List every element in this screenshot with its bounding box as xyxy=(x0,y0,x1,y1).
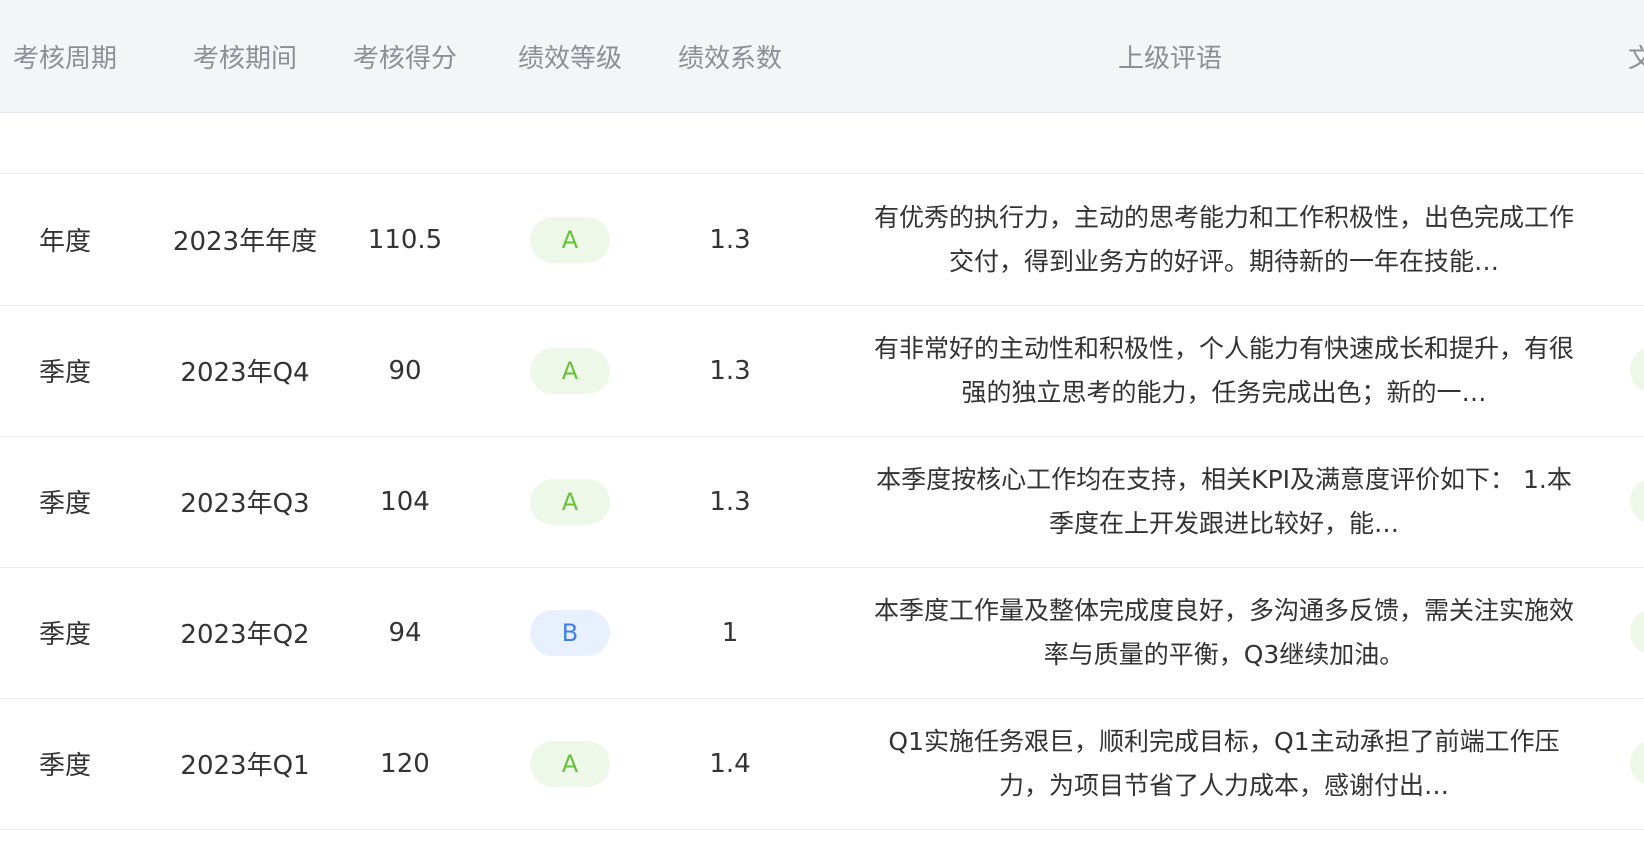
score-cell: 94 xyxy=(388,617,422,648)
period-cell: 2023年Q1 xyxy=(180,751,310,781)
column-header-period: 考核期间 xyxy=(192,43,297,74)
table-row: 季度 2023年Q3 104 A 1.3 本季度按核心工作均在支持，相关KPI及… xyxy=(0,436,1644,568)
cycle-cell: 季度 xyxy=(38,489,91,519)
grade-badge: A xyxy=(530,347,610,394)
grade-badge: A xyxy=(530,740,610,787)
performance-table: 考核周期 考核期间 考核得分 绩效等级 绩效系数 上级评语 文 年度 2023年… xyxy=(0,0,1644,850)
comment-text: 有优秀的执行力，主动的思考能力和工作积极性，出色完成工作交付，得到业务方的好评。… xyxy=(873,202,1574,276)
coefficient-cell: 1 xyxy=(721,617,739,648)
score-cell: 120 xyxy=(380,748,430,779)
partial-badge xyxy=(1630,609,1644,655)
comment-text: 本季度工作量及整体完成度良好，多沟通多反馈，需关注实施效率与质量的平衡，Q3继续… xyxy=(873,595,1574,669)
partial-badge xyxy=(1630,740,1644,786)
period-cell: 2023年年度 xyxy=(172,227,318,257)
comment-text: 有非常好的主动性和积极性，个人能力有快速成长和提升，有很强的独立思考的能力，任务… xyxy=(873,333,1574,407)
cycle-cell: 季度 xyxy=(38,620,91,650)
column-header-coefficient: 绩效系数 xyxy=(677,43,782,74)
coefficient-cell: 1.3 xyxy=(709,355,751,386)
coefficient-cell: 1.3 xyxy=(709,224,751,255)
partial-badge xyxy=(1630,478,1644,524)
table-header: 考核周期 考核期间 考核得分 绩效等级 绩效系数 上级评语 文 xyxy=(0,0,1644,113)
score-cell: 110.5 xyxy=(367,224,443,255)
table-row: 季度 2023年Q2 94 B 1 本季度工作量及整体完成度良好，多沟通多反馈，… xyxy=(0,567,1644,699)
cycle-cell: 季度 xyxy=(38,751,91,781)
cycle-cell: 季度 xyxy=(38,358,91,388)
partial-badge xyxy=(1630,347,1644,393)
period-cell: 2023年Q4 xyxy=(180,358,310,388)
grade-cell: A xyxy=(505,698,635,829)
grade-cell: A xyxy=(505,436,635,567)
column-header-cycle: 考核周期 xyxy=(12,43,117,74)
grade-cell: A xyxy=(505,174,635,305)
comment-cell: 本季度工作量及整体完成度良好，多沟通多反馈，需关注实施效率与质量的平衡，Q3继续… xyxy=(868,567,1580,698)
column-header-score: 考核得分 xyxy=(352,43,457,74)
cycle-cell: 年度 xyxy=(38,227,91,257)
score-cell: 90 xyxy=(388,355,422,386)
column-header-grade: 绩效等级 xyxy=(517,43,622,74)
period-cell: 2023年Q2 xyxy=(180,620,310,650)
score-cell: 104 xyxy=(380,486,430,517)
comment-text: 本季度按核心工作均在支持，相关KPI及满意度评价如下： 1.本季度在上开发跟进比… xyxy=(876,464,1572,538)
table-row: 季度 2023年Q4 90 A 1.3 有非常好的主动性和积极性，个人能力有快速… xyxy=(0,305,1644,437)
comment-cell: Q1实施任务艰巨，顺利完成目标，Q1主动承担了前端工作压力，为项目节省了人力成本… xyxy=(868,698,1580,829)
coefficient-cell: 1.4 xyxy=(709,748,751,779)
table-row: 季度 2023年Q1 120 A 1.4 Q1实施任务艰巨，顺利完成目标，Q1主… xyxy=(0,698,1644,830)
grade-badge: B xyxy=(530,609,610,656)
table-row: 年度 2023年年度 110.5 A 1.3 有优秀的执行力，主动的思考能力和工… xyxy=(0,174,1644,306)
column-header-partial: 文 xyxy=(1628,43,1644,74)
grade-badge: A xyxy=(530,216,610,263)
comment-cell: 有非常好的主动性和积极性，个人能力有快速成长和提升，有很强的独立思考的能力，任务… xyxy=(868,305,1580,436)
coefficient-cell: 1.3 xyxy=(709,486,751,517)
grade-cell: B xyxy=(505,567,635,698)
comment-cell: 有优秀的执行力，主动的思考能力和工作积极性，出色完成工作交付，得到业务方的好评。… xyxy=(868,174,1580,305)
period-cell: 2023年Q3 xyxy=(180,489,310,519)
comment-cell: 本季度按核心工作均在支持，相关KPI及满意度评价如下： 1.本季度在上开发跟进比… xyxy=(868,436,1580,567)
grade-cell: A xyxy=(505,305,635,436)
comment-text: Q1实施任务艰巨，顺利完成目标，Q1主动承担了前端工作压力，为项目节省了人力成本… xyxy=(888,726,1560,800)
column-header-comment: 上级评语 xyxy=(1117,43,1222,74)
grade-badge: A xyxy=(530,478,610,525)
